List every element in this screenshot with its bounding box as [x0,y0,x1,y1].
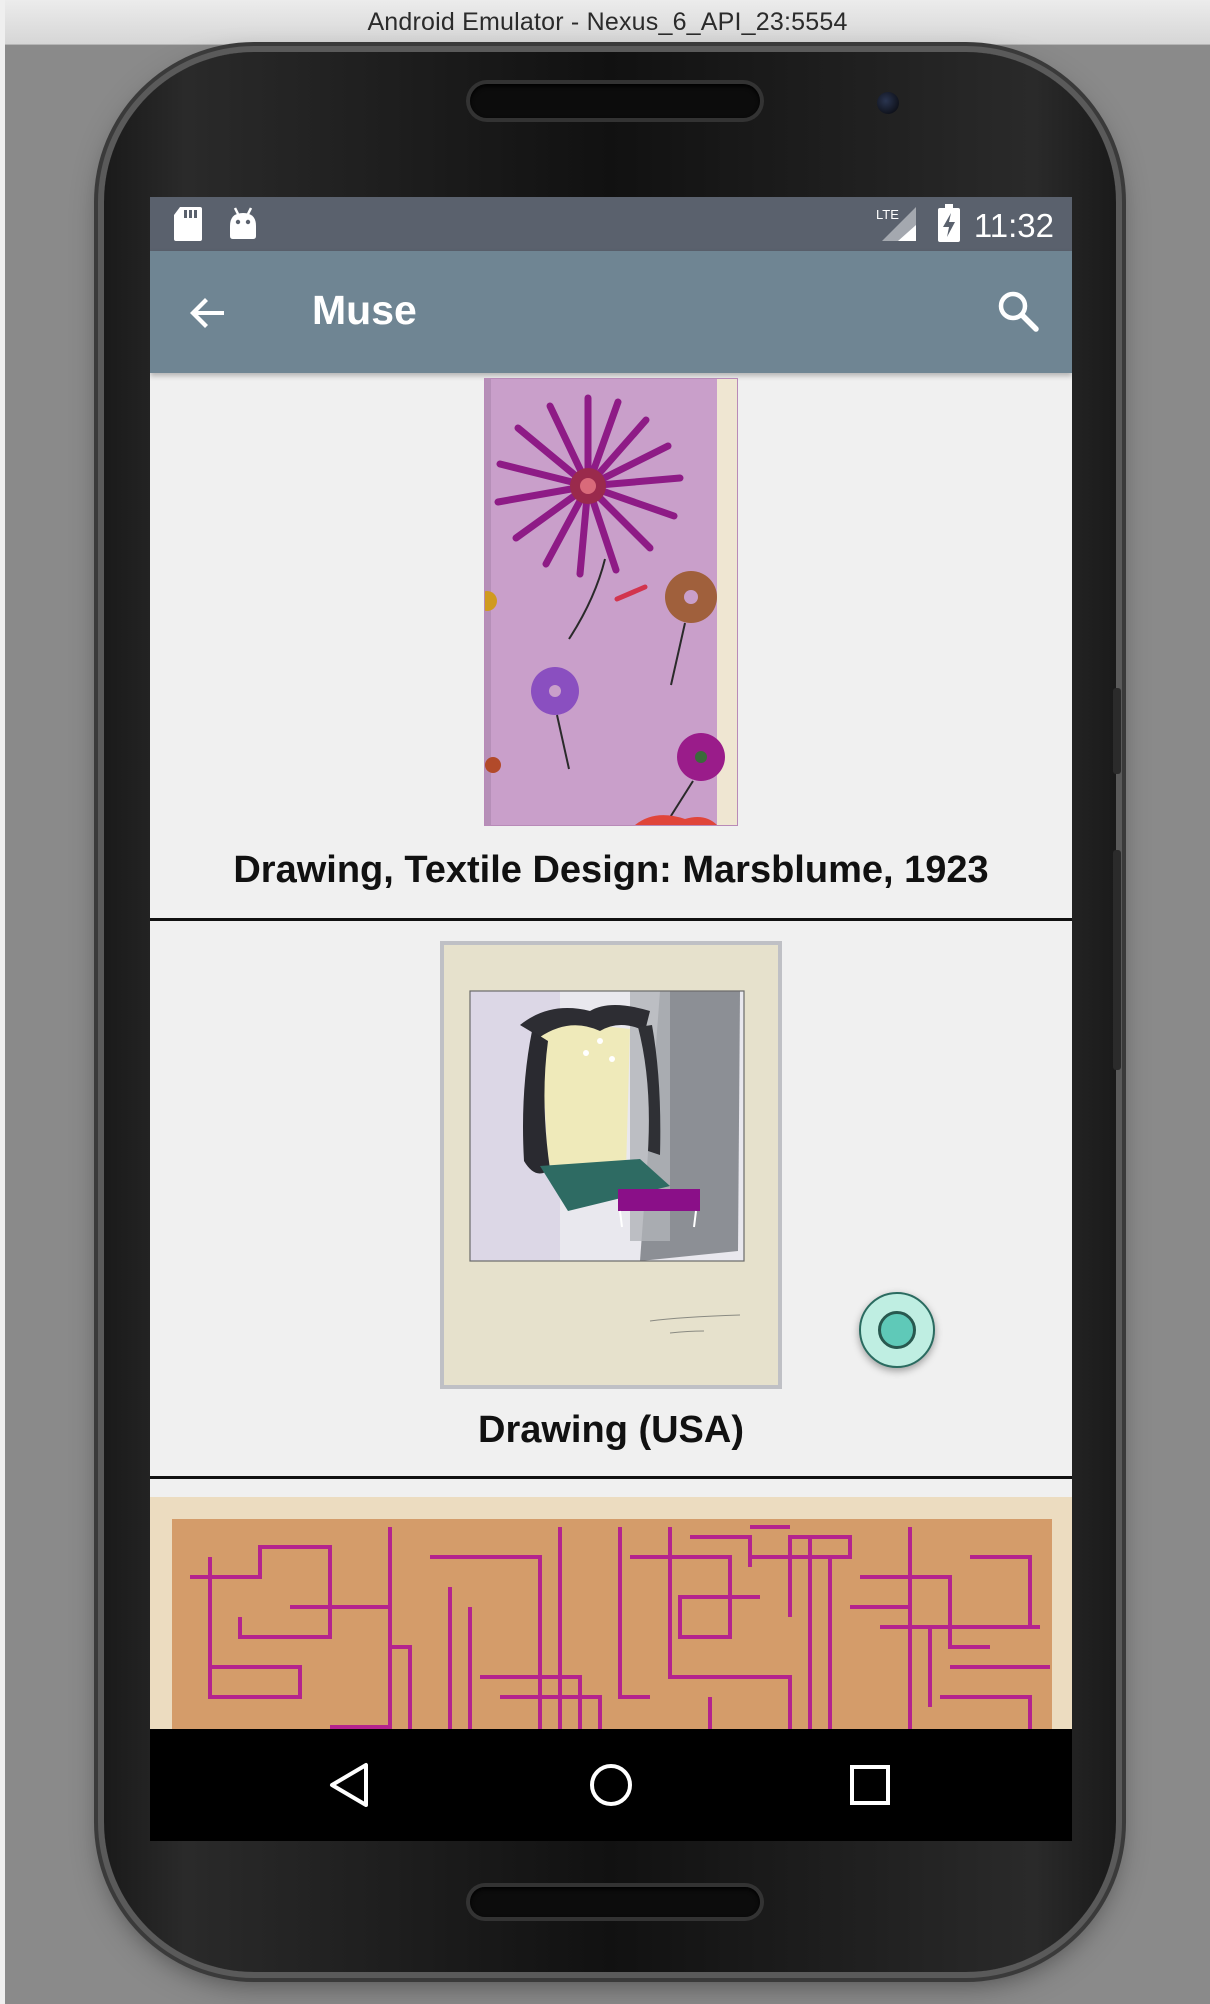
volume-button[interactable] [1113,688,1121,774]
record-icon [878,1311,916,1349]
artwork-image-marsblume[interactable] [485,379,737,825]
battery-charging-icon [938,204,960,242]
svg-text:LTE: LTE [876,207,899,222]
app-toolbar: Muse [150,251,1072,373]
arrow-back-icon[interactable] [186,291,230,335]
android-debug-icon [230,207,256,239]
earpiece-speaker [470,84,760,118]
artwork-image-drawing-usa[interactable] [440,941,782,1389]
power-button[interactable] [1113,850,1121,1070]
floating-action-button[interactable] [859,1292,935,1368]
home-circle-icon[interactable] [581,1755,641,1815]
list-divider [150,1476,1072,1479]
recents-square-icon[interactable] [840,1755,900,1815]
window-title: Android Emulator - Nexus_6_API_23:5554 [367,7,848,36]
sd-card-icon [174,207,202,241]
lte-signal-icon: LTE [876,207,916,241]
bottom-speaker [470,1887,760,1917]
front-camera [877,92,899,114]
list-divider [150,918,1072,921]
artwork-image-pattern[interactable] [150,1497,1072,1729]
status-time: 11:32 [973,207,1054,244]
app-title: Muse [312,287,417,333]
emulator-window-titlebar[interactable]: Android Emulator - Nexus_6_API_23:5554 [5,0,1210,45]
window-edge [0,0,5,2004]
artwork-title[interactable]: Drawing (USA) [150,1409,1072,1452]
artwork-title[interactable]: Drawing, Textile Design: Marsblume, 1923 [150,849,1072,892]
phone-screen: LTE 11:32 Muse Drawing, Textile Design: … [150,197,1072,1729]
navigation-bar [150,1729,1072,1841]
back-triangle-icon[interactable] [322,1755,382,1815]
status-bar: LTE 11:32 [150,197,1072,251]
search-icon[interactable] [996,289,1040,333]
